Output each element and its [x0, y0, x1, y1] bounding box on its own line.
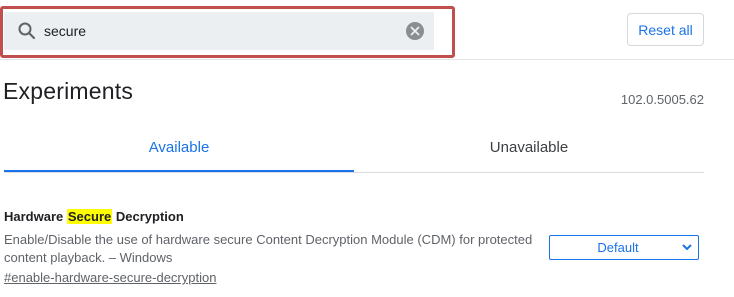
experiment-state-select[interactable]: Default — [549, 235, 699, 260]
experiment-permalink[interactable]: #enable-hardware-secure-decryption — [4, 270, 216, 285]
clear-search-button[interactable] — [406, 22, 424, 40]
tab-bar: Available Unavailable — [4, 127, 704, 173]
select-value: Default — [597, 240, 639, 255]
experiment-description: Enable/Disable the use of hardware secur… — [4, 232, 533, 265]
search-icon — [17, 21, 37, 41]
experiment-title-prefix: Hardware — [4, 209, 67, 224]
clear-icon — [410, 26, 420, 36]
chevron-down-icon — [682, 244, 692, 251]
page-title: Experiments — [3, 78, 134, 104]
tab-unavailable[interactable]: Unavailable — [354, 127, 704, 172]
tab-available[interactable]: Available — [4, 127, 354, 172]
search-match-highlight: Secure — [66, 209, 113, 224]
experiment-title: Hardware Secure Decryption — [4, 209, 184, 224]
reset-all-button[interactable]: Reset all — [627, 13, 704, 46]
version-label: 102.0.5005.62 — [620, 92, 704, 107]
search-input[interactable] — [44, 20, 394, 42]
top-bar: Reset all — [0, 0, 734, 60]
search-box[interactable] — [4, 12, 434, 50]
experiment-title-suffix: Decryption — [112, 209, 184, 224]
